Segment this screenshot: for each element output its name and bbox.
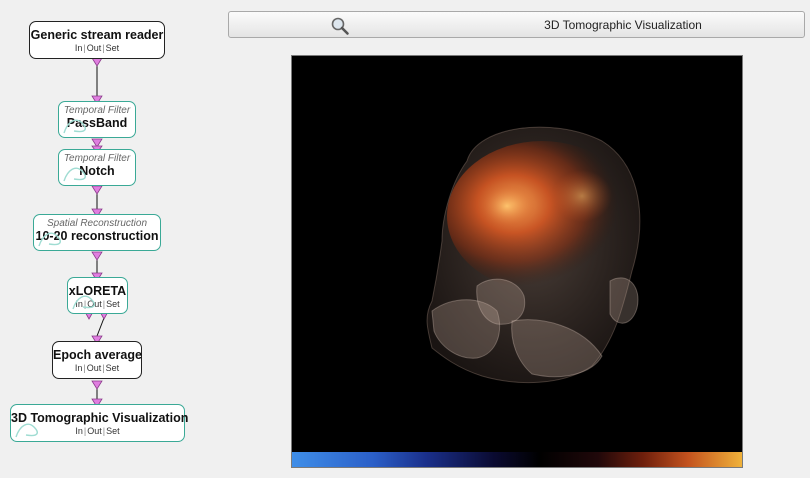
activity-hotspot bbox=[479, 184, 535, 228]
io-out: Out bbox=[87, 426, 102, 436]
io-in: In bbox=[75, 426, 83, 436]
visualization-title-bar[interactable]: 3D Tomographic Visualization bbox=[228, 11, 805, 38]
io-set: Set bbox=[106, 426, 120, 436]
box-3d-tomographic-visualization[interactable]: 3D Tomographic Visualization In|Out|Set bbox=[10, 404, 188, 442]
ear-structure bbox=[609, 277, 639, 324]
io-in: In bbox=[74, 363, 83, 373]
swirl-icon bbox=[63, 119, 86, 134]
output-port[interactable] bbox=[91, 380, 103, 390]
output-port[interactable] bbox=[91, 57, 103, 67]
colormap-legend bbox=[292, 452, 742, 467]
box-spatial-reconstruction[interactable]: Spatial Reconstruction 10-20 reconstruct… bbox=[33, 214, 161, 251]
pipeline-canvas: Generic stream reader In|Out|Set Tempora… bbox=[0, 0, 200, 478]
box-temporal-filter-passband[interactable]: Temporal Filter PassBand bbox=[58, 101, 136, 138]
swirl-icon bbox=[15, 423, 38, 438]
io-out: Out bbox=[86, 43, 102, 53]
box-title: Epoch average bbox=[53, 348, 142, 362]
box-io-labels: In|Out|Set bbox=[74, 363, 120, 373]
output-port[interactable] bbox=[91, 185, 103, 195]
box-io-labels: In|Out|Set bbox=[74, 43, 120, 53]
box-generic-stream-reader[interactable]: Generic stream reader In|Out|Set bbox=[29, 21, 165, 59]
box-temporal-filter-notch[interactable]: Temporal Filter Notch bbox=[58, 149, 136, 186]
box-xloreta[interactable]: xLORETA In|Out|Set bbox=[67, 277, 128, 314]
activity-hotspot bbox=[552, 170, 612, 222]
visualization-title: 3D Tomographic Visualization bbox=[544, 18, 702, 32]
io-set: Set bbox=[106, 299, 120, 309]
brain-activity bbox=[447, 141, 637, 291]
connection-xloreta-epoch bbox=[96, 317, 105, 337]
3d-render-viewport[interactable] bbox=[291, 55, 743, 468]
io-set: Set bbox=[105, 363, 120, 373]
io-in: In bbox=[74, 43, 83, 53]
head-volume-render bbox=[426, 126, 641, 383]
io-out: Out bbox=[86, 363, 102, 373]
box-title: Generic stream reader bbox=[30, 28, 164, 42]
io-set: Set bbox=[105, 43, 120, 53]
output-port[interactable] bbox=[91, 251, 103, 261]
swirl-icon bbox=[63, 167, 86, 182]
box-epoch-average[interactable]: Epoch average In|Out|Set bbox=[52, 341, 142, 379]
swirl-icon bbox=[38, 232, 61, 247]
swirl-icon bbox=[72, 295, 95, 310]
